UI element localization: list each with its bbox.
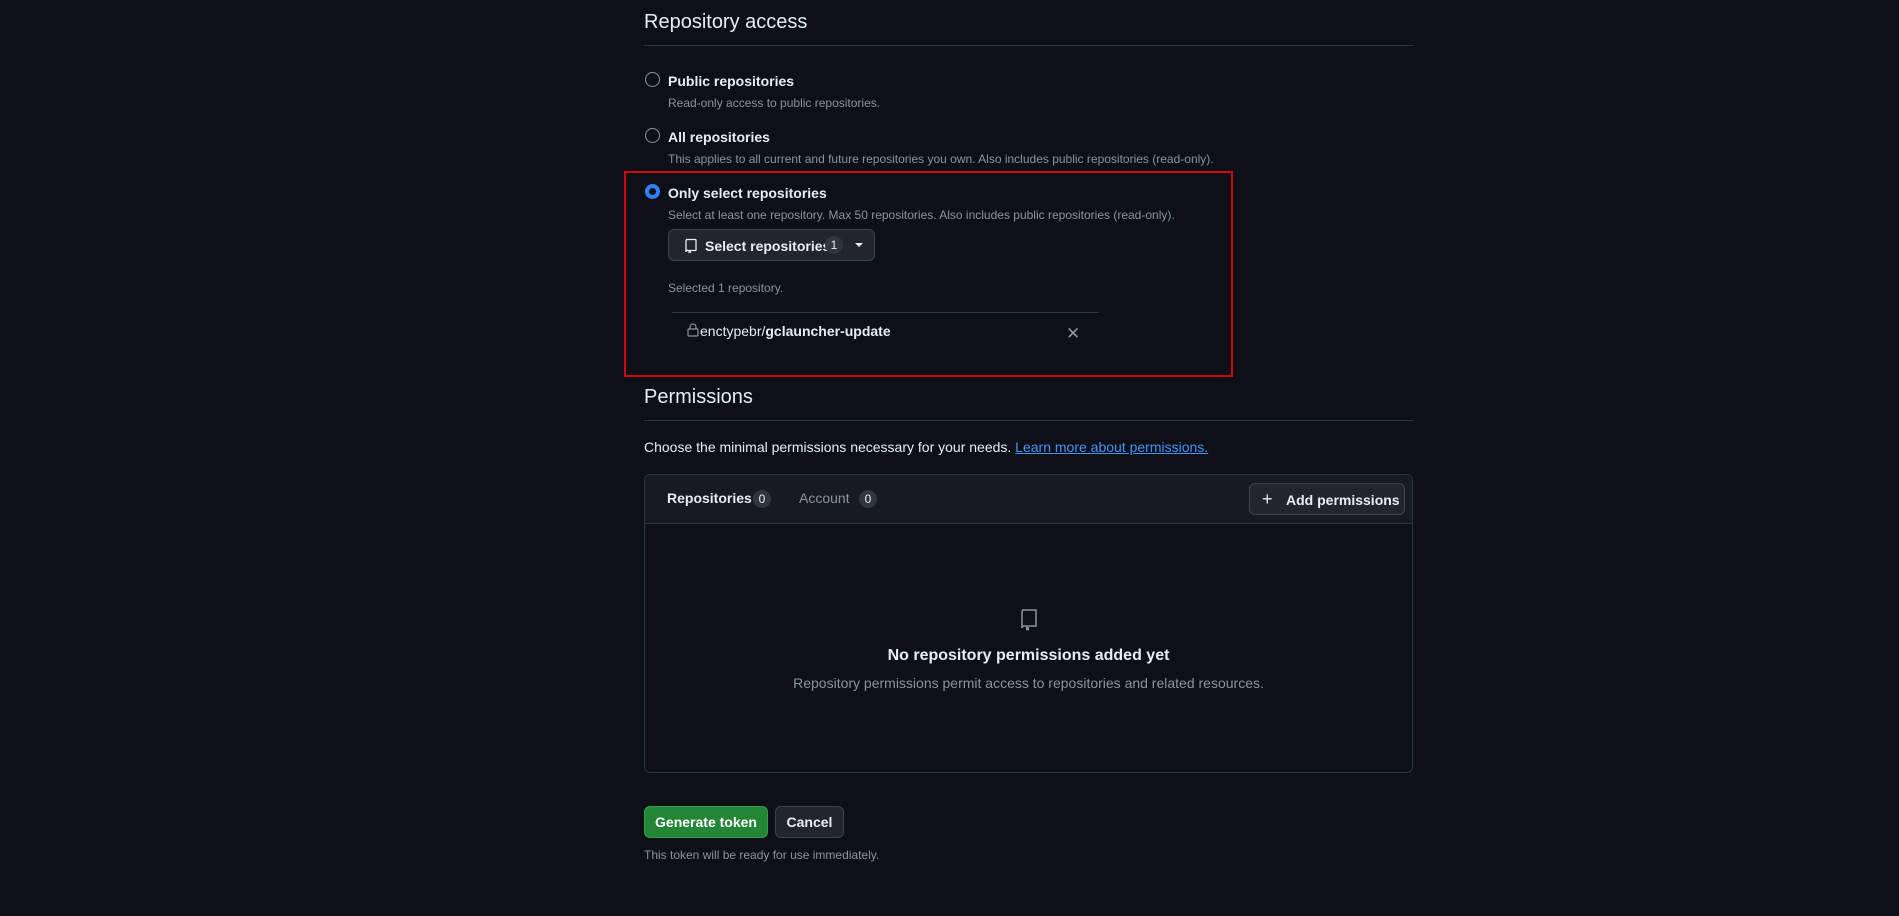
tab-account[interactable]: Account — [799, 490, 850, 506]
radio-public-repositories[interactable] — [645, 72, 660, 87]
empty-state-description: Repository permissions permit access to … — [793, 675, 1264, 691]
permissions-panel-header: Repositories 0 Account 0 + Add permissio… — [645, 475, 1412, 524]
repository-access-heading: Repository access — [644, 11, 808, 33]
empty-state-title: No repository permissions added yet — [887, 647, 1170, 664]
option-desc-all: This applies to all current and future r… — [668, 152, 1214, 166]
token-ready-note: This token will be ready for use immedia… — [644, 848, 880, 862]
cancel-button[interactable]: Cancel — [775, 806, 844, 838]
option-desc-public: Read-only access to public repositories. — [668, 96, 881, 110]
add-permissions-label: Add permissions — [1286, 492, 1400, 508]
option-label-public[interactable]: Public repositories — [668, 73, 794, 89]
permissions-heading: Permissions — [644, 386, 753, 408]
highlight-box — [624, 171, 1233, 377]
repo-icon — [1021, 609, 1037, 631]
generate-token-button[interactable]: Generate token — [644, 806, 768, 838]
option-label-all[interactable]: All repositories — [668, 129, 770, 145]
repositories-count-badge: 0 — [753, 490, 771, 508]
permissions-intro: Choose the minimal permissions necessary… — [644, 439, 1208, 455]
learn-more-link[interactable]: Learn more about permissions. — [1015, 439, 1208, 455]
permissions-intro-text: Choose the minimal permissions necessary… — [644, 439, 1012, 455]
divider — [644, 420, 1413, 421]
account-count-badge: 0 — [859, 490, 877, 508]
add-permissions-button[interactable]: + Add permissions — [1249, 483, 1405, 515]
token-settings-page: Repository access Public repositories Re… — [0, 0, 1899, 916]
divider — [644, 45, 1413, 46]
tab-repositories[interactable]: Repositories — [667, 490, 752, 506]
radio-all-repositories[interactable] — [645, 128, 660, 143]
plus-icon: + — [1262, 489, 1273, 509]
